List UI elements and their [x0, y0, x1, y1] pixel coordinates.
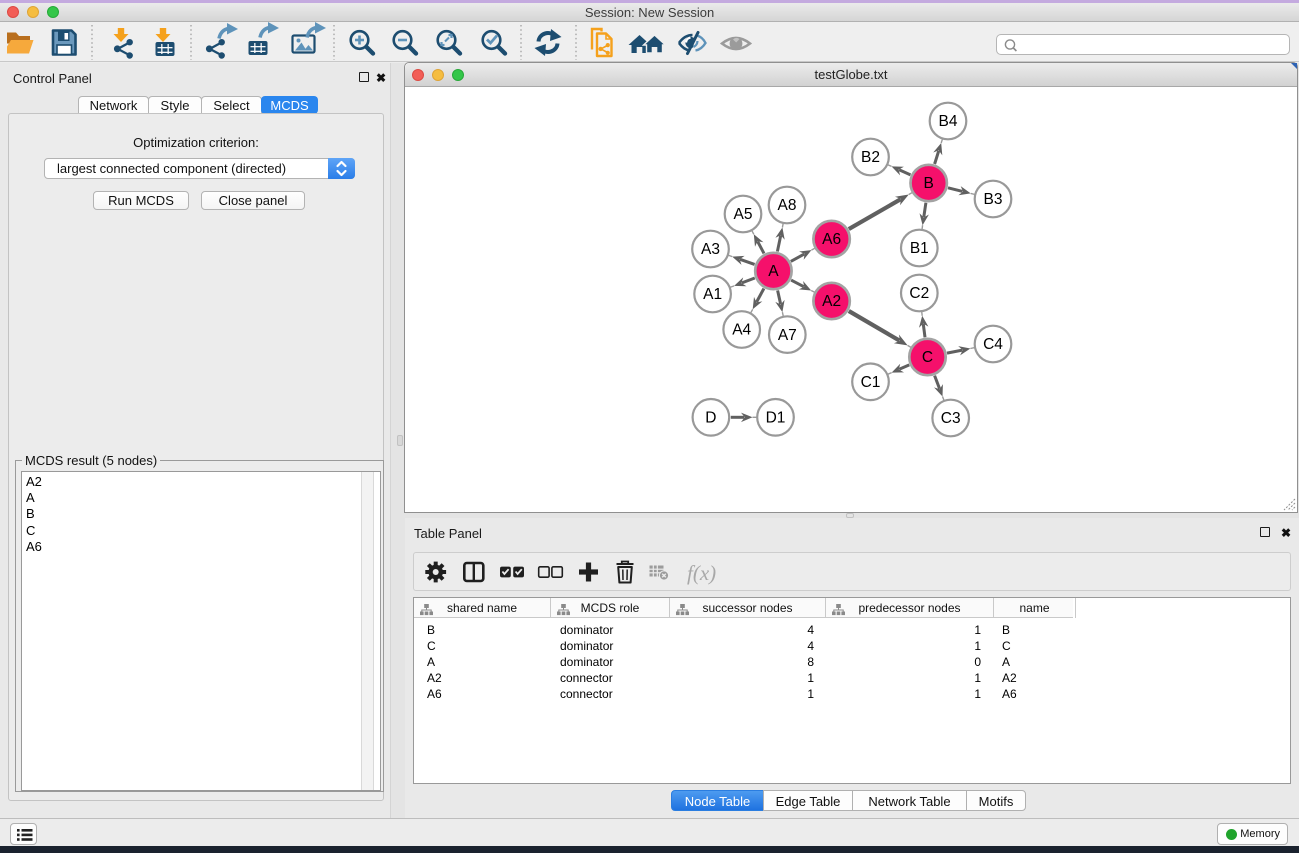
svg-text:C2: C2 — [909, 285, 929, 302]
svg-text:f(x): f(x) — [687, 561, 716, 585]
svg-text:A3: A3 — [701, 241, 720, 258]
svg-text:B3: B3 — [984, 191, 1003, 208]
svg-text:D1: D1 — [766, 410, 786, 427]
svg-text:A8: A8 — [778, 197, 797, 214]
svg-text:C3: C3 — [941, 410, 961, 427]
svg-text:B: B — [924, 175, 934, 192]
svg-text:A7: A7 — [778, 327, 797, 344]
svg-text:A1: A1 — [703, 286, 722, 303]
svg-text:C4: C4 — [983, 336, 1003, 353]
svg-text:A5: A5 — [734, 206, 753, 223]
svg-text:A2: A2 — [822, 293, 841, 310]
svg-text:D: D — [705, 410, 716, 427]
svg-text:B4: B4 — [939, 113, 958, 130]
svg-text:B2: B2 — [861, 149, 880, 166]
svg-text:A6: A6 — [822, 231, 841, 248]
svg-text:C1: C1 — [861, 374, 881, 391]
svg-text:B1: B1 — [910, 240, 929, 257]
svg-text:C: C — [922, 349, 933, 366]
svg-text:A4: A4 — [732, 322, 751, 339]
svg-text:A: A — [768, 263, 779, 280]
